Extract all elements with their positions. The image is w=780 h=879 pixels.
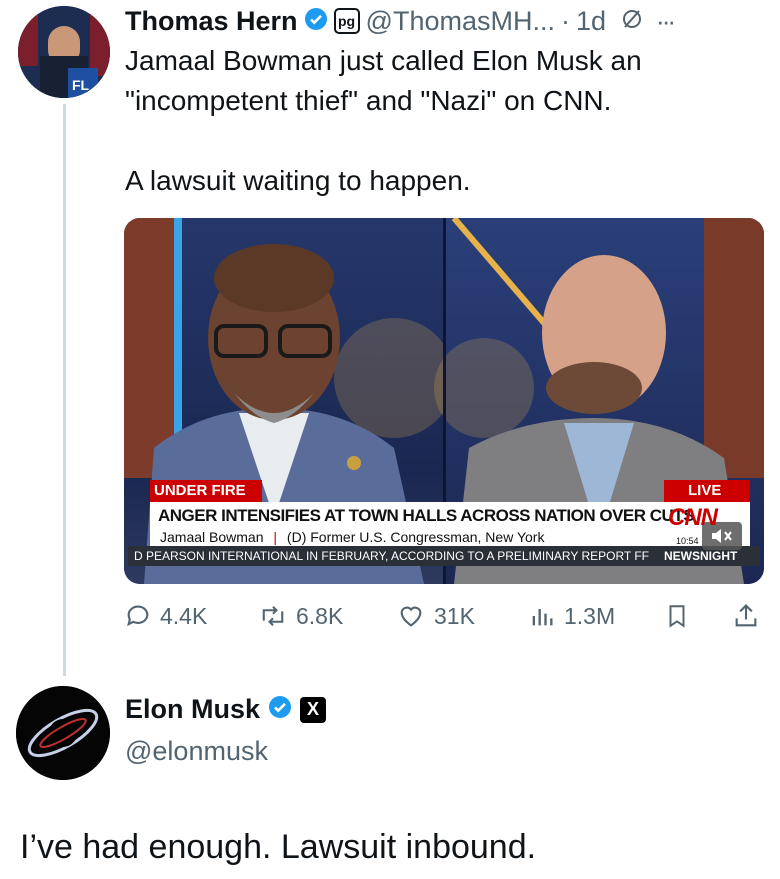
- verified-badge-icon: [304, 7, 328, 36]
- reply-author-handle[interactable]: @elonmusk: [125, 736, 268, 767]
- reply-count: 4.4K: [160, 602, 208, 629]
- thread-line: [63, 104, 66, 676]
- chyron-headline: ANGER INTENSIFIES AT TOWN HALLS ACROSS N…: [158, 506, 695, 525]
- reply-text: I’ve had enough. Lawsuit inbound.: [20, 828, 537, 866]
- banner-tag: UNDER FIRE: [154, 482, 246, 499]
- bookmark-button[interactable]: [664, 602, 690, 630]
- like-count: 31K: [434, 602, 475, 629]
- views-icon: [532, 609, 553, 626]
- reply-author-avatar[interactable]: [16, 686, 110, 780]
- share-icon: [735, 604, 757, 627]
- tweet-text-line-1: Jamaal Bowman just called Elon Musk an: [125, 45, 642, 76]
- reply-author-name[interactable]: Elon Musk: [125, 694, 260, 725]
- tweet-text-line-3: A lawsuit waiting to happen.: [125, 165, 471, 196]
- reply-button[interactable]: 4.4K: [124, 602, 207, 630]
- subtitle-name: Jamaal Bowman: [160, 529, 264, 545]
- separator-dot: ·: [560, 5, 570, 36]
- heart-icon: [400, 606, 422, 627]
- subtitle-role: (D) Former U.S. Congressman, New York: [286, 529, 545, 545]
- live-label: LIVE: [688, 482, 722, 499]
- ticker-brand: NEWSNIGHT: [664, 549, 738, 563]
- share-button[interactable]: [732, 602, 760, 630]
- affiliate-badge[interactable]: pg: [333, 8, 360, 34]
- author-handle[interactable]: @ThomasMH...: [366, 6, 555, 37]
- muted-icon: [620, 7, 644, 36]
- like-button[interactable]: 31K: [396, 602, 475, 630]
- repost-count: 6.8K: [296, 602, 344, 629]
- news-ticker: D PEARSON INTERNATIONAL IN FEBRUARY, ACC…: [134, 549, 650, 563]
- svg-text:FL: FL: [72, 77, 90, 93]
- tweet-header: Thomas Hern pg @ThomasMH... · 1d ···: [125, 4, 676, 38]
- more-options-icon[interactable]: ···: [656, 6, 676, 37]
- timestamp[interactable]: 1d: [576, 6, 606, 37]
- author-name[interactable]: Thomas Hern: [125, 6, 298, 37]
- view-count: 1.3M: [564, 602, 616, 629]
- x-affiliate-badge[interactable]: X: [300, 696, 327, 723]
- chyron-subtitle: Jamaal Bowman | (D) Former U.S. Congress…: [160, 529, 544, 545]
- reply-icon: [127, 605, 149, 627]
- tweet-text-line-2: "incompetent thief" and "Nazi" on CNN.: [125, 85, 612, 116]
- tweet-video[interactable]: UNDER FIRE LIVE ANGER INTENSIFIES AT TOW…: [124, 218, 764, 584]
- author-avatar[interactable]: FL: [18, 6, 110, 98]
- repost-button[interactable]: 6.8K: [258, 602, 343, 630]
- broadcast-clock: 10:54: [676, 536, 699, 546]
- mute-icon[interactable]: [710, 526, 734, 549]
- verified-badge-icon: [268, 695, 292, 724]
- repost-icon: [262, 606, 284, 626]
- subtitle-separator: |: [273, 529, 278, 545]
- bookmark-icon: [669, 605, 685, 628]
- reply-header: Elon Musk X: [125, 694, 327, 725]
- x-logo-icon: X: [307, 699, 320, 719]
- tweet-actions: 4.4K 6.8K 31K 1.3M: [124, 602, 764, 638]
- views-button[interactable]: 1.3M: [528, 602, 615, 630]
